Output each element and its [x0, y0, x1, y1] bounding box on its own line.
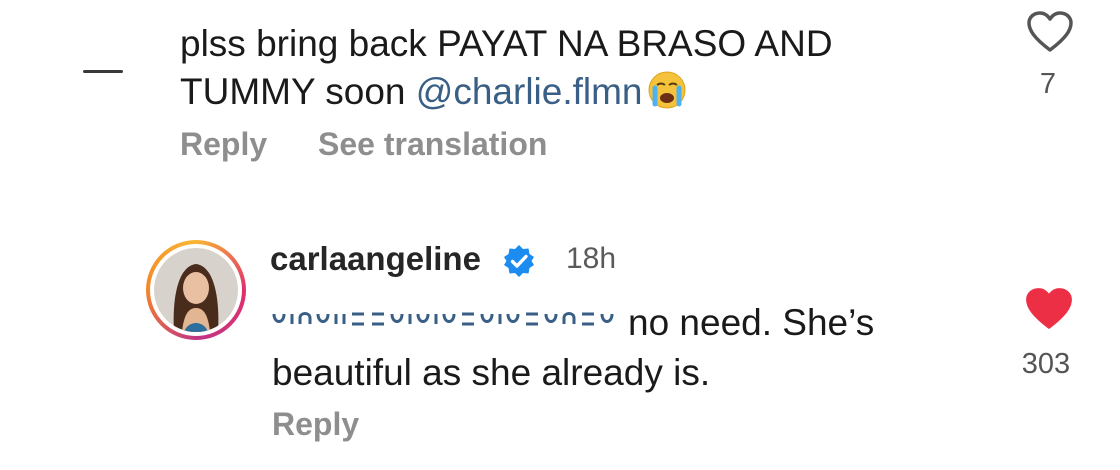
- comment-1-like-heart-icon[interactable]: [1026, 10, 1074, 54]
- comment-2-username[interactable]: carlaangeline: [270, 240, 481, 278]
- avatar[interactable]: [154, 248, 238, 332]
- comment-2-reply-button[interactable]: Reply: [272, 406, 359, 443]
- crying-face-icon: [648, 71, 686, 109]
- comment-1-text: plss bring back PAYAT NA BRASO AND TUMMY…: [180, 20, 960, 116]
- comment-2-like-count: 303: [1021, 348, 1071, 380]
- comment-1-reply-button[interactable]: Reply: [180, 126, 267, 163]
- comment-2-like-heart-filled-icon[interactable]: [1024, 286, 1074, 332]
- thread-indicator-line: [83, 70, 123, 73]
- profile-photo-icon: [154, 248, 238, 332]
- verified-badge-icon: [504, 245, 534, 277]
- comment-1-mention-link[interactable]: @charlie.flmn: [416, 71, 643, 112]
- comment-2-body: no need. She’s beautiful as she already …: [272, 302, 875, 393]
- see-translation-button[interactable]: See translation: [318, 126, 547, 163]
- comment-1-like-count: 7: [1039, 68, 1057, 100]
- comment-2-timestamp: 18h: [566, 242, 617, 275]
